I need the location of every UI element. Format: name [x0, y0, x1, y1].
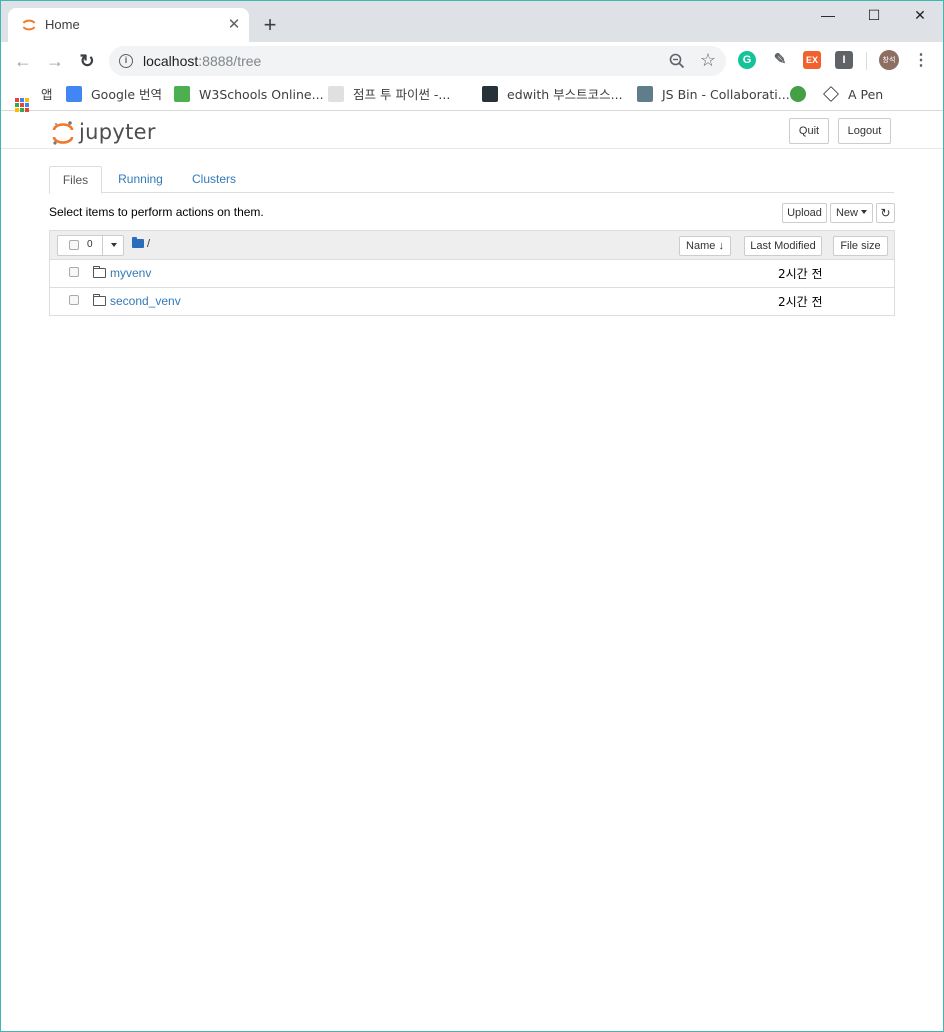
apps-grid-icon: [15, 98, 29, 112]
new-button[interactable]: New: [830, 203, 873, 223]
bookmark-apps[interactable]: 앱: [15, 85, 53, 112]
address-bar[interactable]: i localhost:8888/tree ☆: [109, 46, 726, 76]
item-modified: 2시간 전: [778, 267, 823, 281]
tab-running[interactable]: Running: [108, 166, 173, 193]
select-all-checkbox-area[interactable]: 0: [58, 236, 103, 255]
folder-icon: [93, 294, 106, 306]
close-window-button[interactable]: ✕: [905, 4, 935, 26]
folder-icon: [93, 266, 106, 278]
window-border: [0, 0, 944, 1032]
bookmark-jsbin[interactable]: JS Bin - Collaborati...: [637, 85, 790, 105]
maximize-button[interactable]: ☐: [859, 4, 889, 26]
sort-name-label: Name: [686, 240, 716, 252]
bookmark-globe[interactable]: [790, 85, 815, 105]
color-picker-icon[interactable]: ✎: [771, 51, 789, 69]
row-checkbox[interactable]: [69, 267, 79, 277]
list-item[interactable]: myvenv 2시간 전: [50, 260, 894, 288]
bookmark-jump-to-python[interactable]: 점프 투 파이썬 -...: [328, 85, 450, 105]
bookmark-label: A Pen: [848, 87, 884, 102]
bookmark-codepen[interactable]: A Pen: [823, 85, 883, 105]
site-info-icon[interactable]: i: [119, 54, 133, 68]
tab-title: Home: [45, 17, 80, 32]
bookmark-label: W3Schools Online...: [199, 87, 324, 102]
toolbar-divider: [866, 52, 867, 70]
codepen-icon: [823, 86, 839, 102]
i-extension-icon[interactable]: I: [835, 51, 853, 69]
bookmark-label: Google 번역: [91, 87, 163, 102]
chevron-down-icon: [861, 210, 867, 214]
select-all-group: 0: [57, 235, 124, 256]
bookmark-edwith[interactable]: edwith 부스트코스...: [482, 85, 623, 105]
w3schools-icon: [174, 86, 190, 102]
selected-count: 0: [87, 239, 93, 250]
file-list: 0 / Name ↓ Last Modified File size myven…: [49, 230, 895, 316]
new-tab-button[interactable]: +: [259, 14, 281, 36]
url-path: :8888/tree: [198, 53, 262, 69]
tab-home[interactable]: Home ✕: [8, 8, 249, 42]
list-item[interactable]: second_venv 2시간 전: [50, 288, 894, 316]
new-button-label: New: [835, 207, 858, 219]
bookmark-w3schools[interactable]: W3Schools Online...: [174, 85, 324, 105]
browser-menu-icon[interactable]: ⋮: [912, 50, 930, 72]
breadcrumb-path: /: [147, 238, 151, 250]
url-host: localhost: [143, 53, 199, 69]
row-checkbox[interactable]: [69, 295, 79, 305]
breadcrumb[interactable]: /: [132, 237, 151, 250]
item-name-link[interactable]: myvenv: [110, 266, 151, 280]
sort-by-size-button[interactable]: File size: [833, 236, 888, 256]
jupyter-logo-text: jupyter: [79, 120, 156, 144]
tab-close-icon[interactable]: ✕: [226, 17, 242, 33]
edwith-icon: [482, 86, 498, 102]
jupyter-tabs: Files Running Clusters: [49, 166, 894, 194]
bookmarks-bar: 앱 Google 번역 W3Schools Online... 점프 투 파이썬…: [0, 80, 944, 112]
refresh-button[interactable]: ↻: [876, 203, 895, 223]
ex-extension-icon[interactable]: EX: [803, 51, 821, 69]
globe-bookmark-icon: [790, 86, 806, 102]
bookmark-label: 앱: [41, 87, 53, 102]
item-name-link[interactable]: second_venv: [110, 294, 181, 308]
arrow-down-icon: ↓: [718, 240, 724, 252]
sort-by-name-button[interactable]: Name ↓: [679, 236, 731, 256]
refresh-icon: ↻: [880, 206, 891, 220]
tab-clusters[interactable]: Clusters: [183, 166, 245, 193]
jupyter-logo-icon: [52, 121, 74, 145]
select-all-checkbox[interactable]: [69, 240, 79, 250]
folder-icon: [132, 237, 144, 248]
chevron-down-icon: [110, 243, 117, 247]
zoom-icon[interactable]: [667, 51, 687, 71]
file-list-header: 0 / Name ↓ Last Modified File size: [50, 231, 894, 260]
sort-by-modified-button[interactable]: Last Modified: [744, 236, 822, 256]
quit-button[interactable]: Quit: [789, 118, 829, 144]
browser-toolbar: ← → ↻ i localhost:8888/tree ☆ G ✎ EX I 창…: [0, 42, 944, 80]
browser-tab-bar: Home ✕ + — ☐ ✕: [0, 0, 944, 42]
upload-button[interactable]: Upload: [782, 203, 827, 223]
item-modified: 2시간 전: [778, 295, 823, 309]
bookmark-label: edwith 부스트코스...: [507, 87, 623, 102]
bookmark-label: 점프 투 파이썬 -...: [353, 87, 451, 102]
profile-avatar[interactable]: 창석: [879, 50, 899, 70]
bookmark-google-translate[interactable]: Google 번역: [66, 85, 162, 105]
grammarly-icon[interactable]: G: [738, 51, 756, 69]
forward-button[interactable]: →: [43, 49, 67, 73]
tab-files[interactable]: Files: [49, 166, 102, 194]
bookmark-star-icon[interactable]: ☆: [697, 49, 719, 71]
reload-button[interactable]: ↻: [75, 49, 99, 73]
back-button[interactable]: ←: [11, 49, 35, 73]
bookmark-label: JS Bin - Collaborati...: [662, 87, 790, 102]
jsbin-icon: [637, 86, 653, 102]
wikidocs-icon: [328, 86, 344, 102]
jupyter-favicon-icon: [22, 19, 36, 31]
minimize-button[interactable]: —: [813, 4, 843, 26]
jupyter-header: jupyter Quit Logout: [0, 112, 944, 149]
instructions-text: Select items to perform actions on them.: [49, 205, 264, 219]
url-text[interactable]: localhost:8888/tree: [143, 53, 261, 69]
logout-button[interactable]: Logout: [838, 118, 891, 144]
select-dropdown-button[interactable]: [104, 236, 123, 255]
google-translate-icon: [66, 86, 82, 102]
